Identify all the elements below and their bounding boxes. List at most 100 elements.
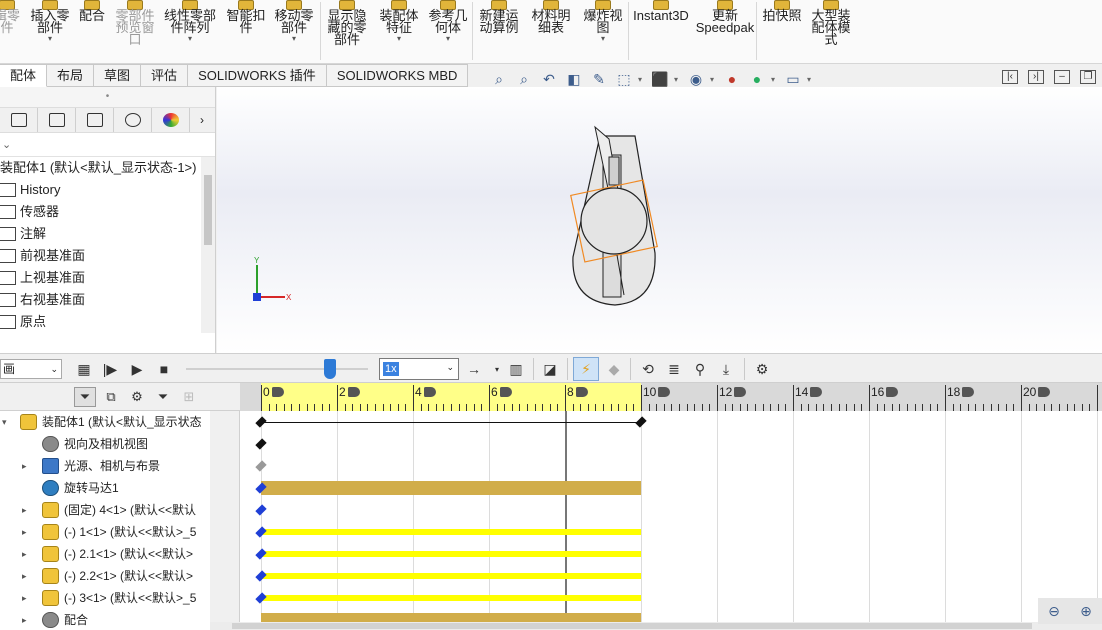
dropdown-arrow-icon[interactable]: ▾ xyxy=(710,75,718,84)
study-tree-row[interactable]: ▸ (-) 2.2<1> (默认<<默认> xyxy=(0,565,210,587)
tree-filter[interactable]: ⌄ xyxy=(0,133,215,157)
tree-item[interactable]: 右视基准面 xyxy=(0,289,215,311)
gravity-icon[interactable]: ⤓ xyxy=(716,359,736,379)
play-from-start-icon[interactable]: |▶ xyxy=(100,359,120,379)
dropdown-arrow-icon[interactable]: ▾ xyxy=(426,34,470,44)
study-tree-row[interactable]: ▸ 光源、相机与布景 xyxy=(0,455,210,477)
insert-part-button[interactable]: 插入零 部件 ▾ xyxy=(26,0,74,62)
part-preview-button[interactable]: 零部件 预览窗口 xyxy=(112,0,158,62)
expand-chevron-icon[interactable]: ▸ xyxy=(22,587,27,609)
expand-chevron-icon[interactable]: ▸ xyxy=(22,565,27,587)
show-hidden-button[interactable]: 显示隐 藏的零 部件 xyxy=(324,0,370,62)
new-motion-study-button[interactable]: 新建运 动算例 xyxy=(476,0,522,62)
dropdown-arrow-icon[interactable]: ▾ xyxy=(272,34,316,44)
display-style-icon[interactable]: ⬛ xyxy=(649,68,671,90)
assembly-feature-button[interactable]: 装配体 特征 ▾ xyxy=(376,0,422,62)
panel-grip-handle[interactable]: • xyxy=(0,87,215,107)
tree-root-assembly[interactable]: 装配体1 (默认<默认_显示状态-1>) xyxy=(0,157,215,179)
property-manager-tab-icon[interactable] xyxy=(38,108,76,132)
tab-0[interactable]: 配体 xyxy=(0,64,48,87)
timeline-component-bar[interactable] xyxy=(261,529,641,535)
keyframe-diamond[interactable] xyxy=(255,503,267,517)
playback-slider-track[interactable] xyxy=(186,368,368,370)
contact-icon[interactable]: ⚲ xyxy=(690,359,710,379)
tab-5[interactable]: SOLIDWORKS MBD xyxy=(326,64,469,87)
dropdown-arrow-icon[interactable]: ▾ xyxy=(771,75,779,84)
linear-pattern-button[interactable]: 线性零部 件阵列 ▾ xyxy=(162,0,218,62)
keyframe-diamond[interactable] xyxy=(255,415,267,429)
filter-selected-icon[interactable]: ⚙ xyxy=(126,387,148,407)
motor-icon[interactable]: ⟲ xyxy=(638,359,658,379)
edit-part-button[interactable]: 辑零件 xyxy=(0,0,20,62)
expand-chevron-icon[interactable]: ▸ xyxy=(22,609,27,630)
motion-study-properties-gear-icon[interactable]: ⚙ xyxy=(752,359,772,379)
study-tree-row[interactable]: 视向及相机视图 xyxy=(0,433,210,455)
playback-speed-select[interactable]: 1x ⌄ xyxy=(379,358,459,380)
stop-icon[interactable]: ■ xyxy=(154,359,174,379)
dropdown-arrow-icon[interactable]: ▾ xyxy=(162,34,218,44)
dropdown-arrow-icon[interactable]: ▾ xyxy=(580,34,626,44)
expand-chevron-icon[interactable]: ▸ xyxy=(22,543,27,565)
hide-show-items-icon[interactable]: ◉ xyxy=(685,68,707,90)
keyframe-diamond[interactable] xyxy=(255,525,267,539)
view-settings-icon[interactable]: ▭ xyxy=(782,68,804,90)
minimize-icon[interactable]: – xyxy=(1054,70,1070,84)
study-tree-row[interactable]: ▸ (-) 3<1> (默认<<默认>_5 xyxy=(0,587,210,609)
study-type-select[interactable]: 画 ⌄ xyxy=(0,359,62,379)
mate-button[interactable]: 配合 xyxy=(76,0,108,62)
timeline-area[interactable]: 0 2 4 6 8 10 12 14 16 18 20 xyxy=(240,383,1102,630)
keyframe-diamond[interactable] xyxy=(255,569,267,583)
study-tree-row[interactable]: ▸ (固定) 4<1> (默认<<默认 xyxy=(0,499,210,521)
configuration-manager-tab-icon[interactable] xyxy=(76,108,114,132)
tree-item[interactable]: 注解 xyxy=(0,223,215,245)
dropdown-arrow-icon[interactable]: ▾ xyxy=(638,75,646,84)
expand-chevron-icon[interactable]: ▸ xyxy=(22,499,27,521)
keyframe-diamond[interactable] xyxy=(255,481,267,495)
timeline-horizontal-scrollbar[interactable] xyxy=(210,622,1102,630)
keyframe-diamond[interactable] xyxy=(635,415,647,429)
tree-item[interactable]: 上视基准面 xyxy=(0,267,215,289)
auto-filter-icon[interactable]: ⊞ xyxy=(178,387,200,407)
dynamic-annotation-icon[interactable]: ✎ xyxy=(588,68,610,90)
filter-animated-icon[interactable]: ⏷ xyxy=(74,387,96,407)
study-tree-row[interactable]: ▸ (-) 2.1<1> (默认<<默认> xyxy=(0,543,210,565)
exploded-view-button[interactable]: 爆炸视图 ▾ xyxy=(580,0,626,62)
tree-item[interactable]: 传感器 xyxy=(0,201,215,223)
reference-geometry-button[interactable]: 参考几 何体 ▾ xyxy=(426,0,470,62)
scrollbar-thumb[interactable] xyxy=(204,175,212,245)
snapshot-button[interactable]: 拍快照 xyxy=(760,0,804,62)
add-key-icon[interactable]: ◆ xyxy=(604,359,624,379)
tree-item[interactable]: History xyxy=(0,179,215,201)
time-ruler[interactable]: 0 2 4 6 8 10 12 14 16 18 20 xyxy=(240,383,1102,411)
filter-driving-icon[interactable]: ⧉ xyxy=(100,387,122,407)
next-view-pane-icon[interactable]: ›| xyxy=(1028,70,1044,84)
study-tree-row[interactable]: 旋转马达1 xyxy=(0,477,210,499)
playback-mode-icon[interactable]: → xyxy=(464,359,484,379)
study-tree-row[interactable]: ▾ 装配体1 (默认<默认_显示状态 xyxy=(0,411,210,433)
graphics-area[interactable]: Y X xyxy=(217,87,1102,353)
keyframe-diamond[interactable] xyxy=(255,547,267,561)
timeline-grid[interactable] xyxy=(240,411,1102,630)
view-orientation-icon[interactable]: ⬚ xyxy=(613,68,635,90)
expand-chevron-icon[interactable]: ▸ xyxy=(22,521,27,543)
update-speedpak-button[interactable]: 更新 Speedpak xyxy=(694,0,756,62)
study-tree-row[interactable]: ▸ (-) 1<1> (默认<<默认>_5 xyxy=(0,521,210,543)
timeline-motor-bar[interactable] xyxy=(261,481,641,495)
filter-results-icon[interactable]: ⏷ xyxy=(152,387,174,407)
play-icon[interactable]: ▶ xyxy=(127,359,147,379)
zoom-out-icon[interactable]: ⊖ xyxy=(1048,603,1060,620)
keyframe-diamond[interactable] xyxy=(255,437,267,451)
tab-4[interactable]: SOLIDWORKS 插件 xyxy=(188,64,327,87)
study-tree-row[interactable]: ▸ 配合 xyxy=(0,609,210,630)
tab-1[interactable]: 布局 xyxy=(47,64,95,87)
restore-icon[interactable]: ❐ xyxy=(1080,70,1096,84)
tab-3[interactable]: 评估 xyxy=(141,64,189,87)
spring-icon[interactable]: ≣ xyxy=(664,359,684,379)
keyframe-diamond[interactable] xyxy=(255,459,267,473)
more-tabs-chevron-icon[interactable]: › xyxy=(190,108,214,132)
tree-timeline-divider[interactable] xyxy=(210,411,240,630)
expand-chevron-icon[interactable]: ▸ xyxy=(22,455,27,477)
dropdown-arrow-icon[interactable]: ▾ xyxy=(674,75,682,84)
previous-view-icon[interactable]: ↶ xyxy=(538,68,560,90)
zoom-to-fit-icon[interactable]: ⌕ xyxy=(488,68,510,90)
